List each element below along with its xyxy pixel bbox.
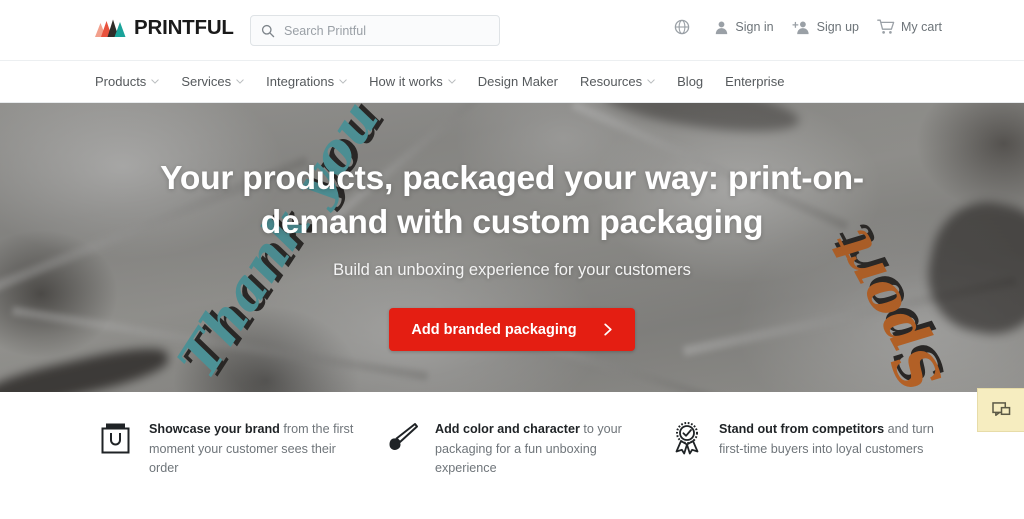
chevron-right-icon [603,323,612,336]
nav-label-integrations: Integrations [266,74,335,89]
feature-text: Stand out from competitors and turn firs… [719,420,950,519]
nav-label-enterprise: Enterprise [725,74,785,89]
printful-logo[interactable]: PRINTFUL [95,16,234,39]
nav-item-design-maker[interactable]: Design Maker [478,74,558,89]
brand-name: PRINTFUL [134,16,234,39]
award-ribbon-icon [675,422,699,455]
hero-headline: Your products, packaged your way: print-… [160,160,864,242]
feature-showcase-your-brand: Showcase your brand from the first momen… [100,420,362,519]
hero-subheadline: Build an unboxing experience for your cu… [333,261,691,280]
chevron-down-icon [236,79,244,84]
nav-label-services: Services [181,74,232,89]
nav-label-design-maker: Design Maker [477,74,558,89]
globe-icon [675,19,690,35]
shopping-bag-icon [101,423,130,454]
chat-bubble-icon [991,401,1010,416]
my-cart-label: My cart [901,20,942,34]
printful-landing-page: PRINTFUL Search Printful Sign in Sign up… [0,0,1024,519]
feature-bold-text: Stand out from competitors [719,422,885,436]
nav-label-resources: Resources [580,74,643,89]
feature-highlights: Showcase your brand from the first momen… [0,392,1024,519]
hero-banner: Thank you Sport Your products, packaged … [0,103,1024,392]
nav-item-how-it-works[interactable]: How it works [369,74,456,89]
chevron-down-icon [448,79,456,84]
cta-label: Add branded packaging [411,321,577,338]
chevron-down-icon [339,79,347,84]
nav-item-enterprise[interactable]: Enterprise [725,74,784,89]
feature-stand-out-from-competitors: Stand out from competitors and turn firs… [670,420,950,519]
nav-label-blog: Blog [677,74,704,89]
search-icon [261,24,275,37]
mountain-logo-icon [95,19,126,38]
nav-item-resources[interactable]: Resources [580,74,655,89]
user-icon [716,21,728,34]
nav-label-products: Products [95,74,147,89]
language-selector[interactable] [674,19,696,35]
my-cart-link[interactable]: My cart [877,19,942,35]
user-plus-icon [792,21,809,34]
paintbrush-icon [389,423,418,450]
feature-bold-text: Add color and character [435,422,580,436]
sign-up-link[interactable]: Sign up [792,20,859,35]
search-input[interactable] [284,23,489,38]
nav-item-blog[interactable]: Blog [677,74,703,89]
chevron-down-icon [647,79,655,84]
header-utility-nav: Sign in Sign up My cart [674,19,942,35]
feature-add-color-and-character: Add color and character to your packagin… [386,420,648,519]
main-navigation: Products Services Integrations How it wo… [0,61,1024,103]
hero-content: Your products, packaged your way: print-… [0,103,1024,392]
cart-icon [877,19,895,34]
site-header: PRINTFUL Search Printful Sign in Sign up… [0,0,1024,61]
chevron-down-icon [151,79,159,84]
nav-item-products[interactable]: Products [95,74,159,89]
nav-label-how-it-works: How it works [369,74,443,89]
feature-bold-text: Showcase your brand [149,422,280,436]
add-branded-packaging-button[interactable]: Add branded packaging [389,308,635,352]
chat-widget-button[interactable] [977,388,1024,432]
sign-up-label: Sign up [816,20,860,34]
search-box[interactable] [250,15,500,46]
feature-text: Add color and character to your packagin… [435,420,648,519]
sign-in-label: Sign in [735,20,774,34]
sign-in-link[interactable]: Sign in [714,20,774,35]
feature-text: Showcase your brand from the first momen… [149,420,362,519]
nav-item-integrations[interactable]: Integrations [266,74,347,89]
nav-item-services[interactable]: Services [181,74,244,89]
